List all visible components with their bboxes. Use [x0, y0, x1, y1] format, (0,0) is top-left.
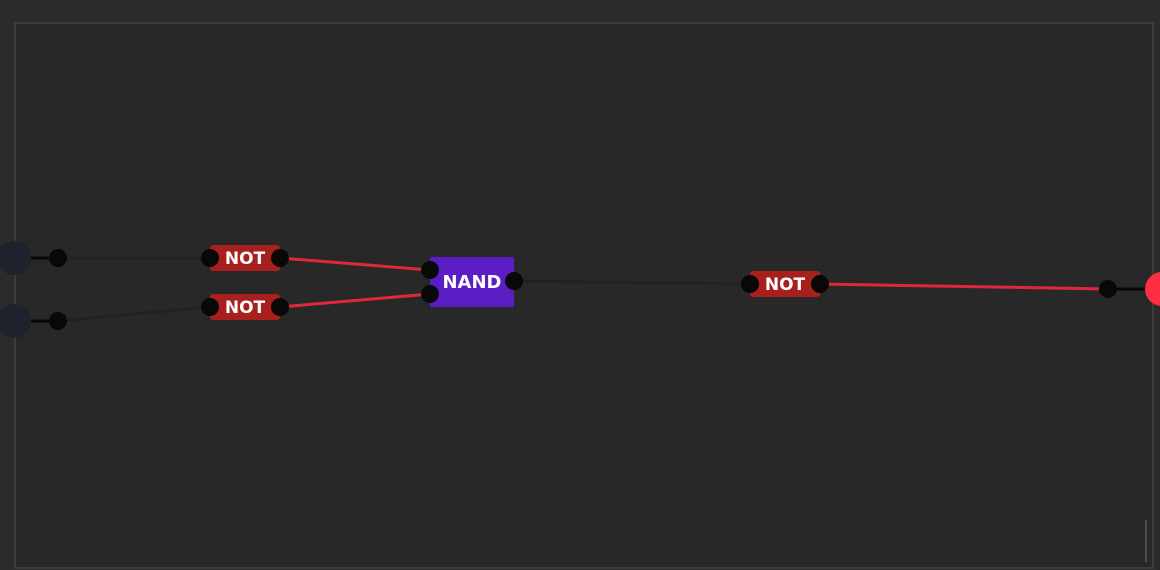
not-gate-2[interactable]: NOT — [201, 294, 289, 320]
input-a-pin[interactable] — [49, 249, 67, 267]
input-b-pin[interactable] — [49, 312, 67, 330]
not-gate-3-input-pin[interactable] — [741, 275, 759, 293]
not-gate-1-label: NOT — [225, 249, 266, 269]
output-1-pin[interactable] — [1099, 280, 1117, 298]
nand-gate-input-pin-a[interactable] — [421, 261, 439, 279]
not-gate-1-output-pin[interactable] — [271, 249, 289, 267]
nand-gate-output-pin[interactable] — [505, 272, 523, 290]
nand-gate-input-pin-b[interactable] — [421, 285, 439, 303]
not-gate-2-label: NOT — [225, 298, 266, 318]
not-gate-1[interactable]: NOT — [201, 245, 289, 271]
not-gate-1-input-pin[interactable] — [201, 249, 219, 267]
not-gate-3-label: NOT — [765, 275, 806, 295]
not-gate-2-input-pin[interactable] — [201, 298, 219, 316]
not-gate-3[interactable]: NOT — [741, 271, 829, 297]
circuit-canvas[interactable]: NOT NOT NAND NOT — [0, 0, 1160, 570]
not-gate-3-output-pin[interactable] — [811, 275, 829, 293]
not-gate-2-output-pin[interactable] — [271, 298, 289, 316]
nand-gate-label: NAND — [442, 272, 501, 293]
workspace-board — [14, 22, 1154, 569]
nand-gate[interactable]: NAND — [421, 257, 523, 307]
